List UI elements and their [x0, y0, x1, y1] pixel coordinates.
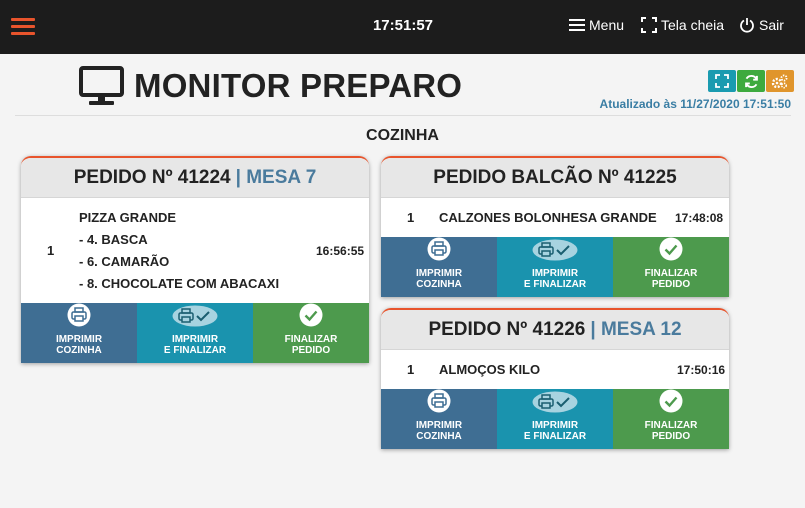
item-quantity: 1	[407, 210, 415, 225]
order-header: PEDIDO BALCÃO Nº 41225	[381, 158, 729, 198]
item-name: CALZONES BOLONHESA GRANDE	[439, 210, 657, 225]
settings-button[interactable]	[766, 70, 794, 92]
order-card-41226: PEDIDO Nº 41226 | MESA 12 1 ALMOÇOS KILO…	[381, 308, 729, 449]
print-kitchen-label-2: COZINHA	[56, 345, 102, 356]
section-title: COZINHA	[366, 127, 439, 144]
divider	[15, 115, 791, 116]
print-and-finish-button[interactable]: IMPRIMIR E FINALIZAR	[497, 237, 613, 297]
order-title: PEDIDO Nº 41226	[428, 318, 586, 340]
check-circle-icon	[299, 303, 323, 327]
page-title: MONITOR PREPARO	[134, 67, 463, 104]
order-actions: IMPRIMIR COZINHA IMPRIMIR E FINALIZAR FI…	[381, 237, 729, 297]
finish-order-button[interactable]: FINALIZAR PEDIDO	[613, 389, 729, 449]
print-finish-label-2: E FINALIZAR	[523, 431, 587, 442]
print-kitchen-button[interactable]: IMPRIMIR COZINHA	[381, 237, 497, 297]
order-header: PEDIDO Nº 41224 | MESA 7	[21, 158, 369, 198]
item-name: ALMOÇOS KILO	[439, 362, 541, 377]
order-actions: IMPRIMIR COZINHA IMPRIMIR E FINALIZAR FI…	[21, 303, 369, 363]
order-card-41224: PEDIDO Nº 41224 | MESA 7 1 PIZZA GRANDE …	[21, 156, 369, 363]
printer-icon	[67, 303, 91, 327]
order-header: PEDIDO Nº 41226 | MESA 12	[381, 310, 729, 350]
list-icon	[569, 19, 585, 31]
page-header: MONITOR PREPARO	[79, 66, 462, 106]
refresh-icon	[744, 74, 758, 88]
toolbar	[707, 70, 794, 92]
item-quantity: 1	[407, 362, 415, 377]
clock: 17:51:57	[372, 17, 434, 34]
print-finish-label-1: IMPRIMIR	[531, 420, 579, 431]
print-kitchen-label-1: IMPRIMIR	[415, 268, 463, 279]
menu-label: Menu	[589, 17, 625, 33]
menu-button[interactable]: Menu	[569, 17, 624, 33]
check-circle-icon	[659, 389, 683, 413]
expand-icon	[715, 74, 729, 88]
finish-label-1: FINALIZAR	[644, 420, 698, 431]
print-kitchen-label-1: IMPRIMIR	[55, 334, 103, 345]
refresh-button[interactable]	[737, 70, 765, 92]
print-finish-label-2: E FINALIZAR	[163, 345, 227, 356]
finish-label-1: FINALIZAR	[284, 334, 338, 345]
fullscreen-icon	[641, 17, 657, 33]
printer-check-icon	[532, 239, 578, 261]
print-kitchen-label-2: COZINHA	[416, 431, 462, 442]
item-option: - 8. CHOCOLATE COM ABACAXI	[79, 276, 280, 291]
print-kitchen-button[interactable]: IMPRIMIR COZINHA	[21, 303, 137, 363]
hamburger-menu-icon[interactable]	[11, 18, 35, 36]
check-circle-icon	[659, 237, 683, 261]
finish-label-2: PEDIDO	[291, 345, 331, 356]
order-table: | MESA 7	[235, 166, 317, 188]
item-option: - 4. BASCA	[79, 232, 148, 247]
order-table: | MESA 12	[590, 318, 682, 340]
order-title: PEDIDO BALCÃO Nº 41225	[433, 166, 677, 188]
item-option: - 6. CAMARÃO	[79, 254, 170, 269]
fullscreen-label: Tela cheia	[661, 17, 725, 33]
finish-label-2: PEDIDO	[651, 431, 691, 442]
print-finish-label-1: IMPRIMIR	[171, 334, 219, 345]
item-time: 17:48:08	[675, 211, 724, 225]
exit-button[interactable]: Sair	[739, 17, 784, 33]
order-title: PEDIDO Nº 41224	[73, 166, 231, 188]
order-items: 1 PIZZA GRANDE - 4. BASCA - 6. CAMARÃO -…	[21, 198, 369, 303]
item-time: 17:50:16	[677, 363, 726, 377]
print-kitchen-label-2: COZINHA	[416, 279, 462, 290]
order-items: 1 ALMOÇOS KILO 17:50:16	[381, 350, 729, 389]
printer-icon	[427, 389, 451, 413]
finish-label-1: FINALIZAR	[644, 268, 698, 279]
print-kitchen-button[interactable]: IMPRIMIR COZINHA	[381, 389, 497, 449]
print-and-finish-button[interactable]: IMPRIMIR E FINALIZAR	[137, 303, 253, 363]
print-and-finish-button[interactable]: IMPRIMIR E FINALIZAR	[497, 389, 613, 449]
printer-check-icon	[172, 305, 218, 327]
fullscreen-button[interactable]: Tela cheia	[641, 17, 724, 33]
order-items: 1 CALZONES BOLONHESA GRANDE 17:48:08	[381, 198, 729, 237]
print-kitchen-label-1: IMPRIMIR	[415, 420, 463, 431]
printer-check-icon	[532, 391, 578, 413]
top-bar: 17:51:57 Menu Tela cheia Sair	[0, 0, 805, 54]
exit-label: Sair	[759, 17, 784, 33]
printer-icon	[427, 237, 451, 261]
finish-order-button[interactable]: FINALIZAR PEDIDO	[253, 303, 369, 363]
finish-label-2: PEDIDO	[651, 279, 691, 290]
print-finish-label-2: E FINALIZAR	[523, 279, 587, 290]
expand-button[interactable]	[708, 70, 736, 92]
gears-icon	[771, 74, 788, 89]
item-name: PIZZA GRANDE	[79, 210, 177, 225]
monitor-icon	[79, 66, 124, 105]
updated-timestamp: Atualizado às 11/27/2020 17:51:50	[599, 97, 791, 111]
order-card-41225: PEDIDO BALCÃO Nº 41225 1 CALZONES BOLONH…	[381, 156, 729, 297]
order-actions: IMPRIMIR COZINHA IMPRIMIR E FINALIZAR FI…	[381, 389, 729, 449]
print-finish-label-1: IMPRIMIR	[531, 268, 579, 279]
power-icon	[740, 18, 754, 33]
item-time: 16:56:55	[316, 244, 365, 258]
finish-order-button[interactable]: FINALIZAR PEDIDO	[613, 237, 729, 297]
item-quantity: 1	[47, 243, 55, 258]
